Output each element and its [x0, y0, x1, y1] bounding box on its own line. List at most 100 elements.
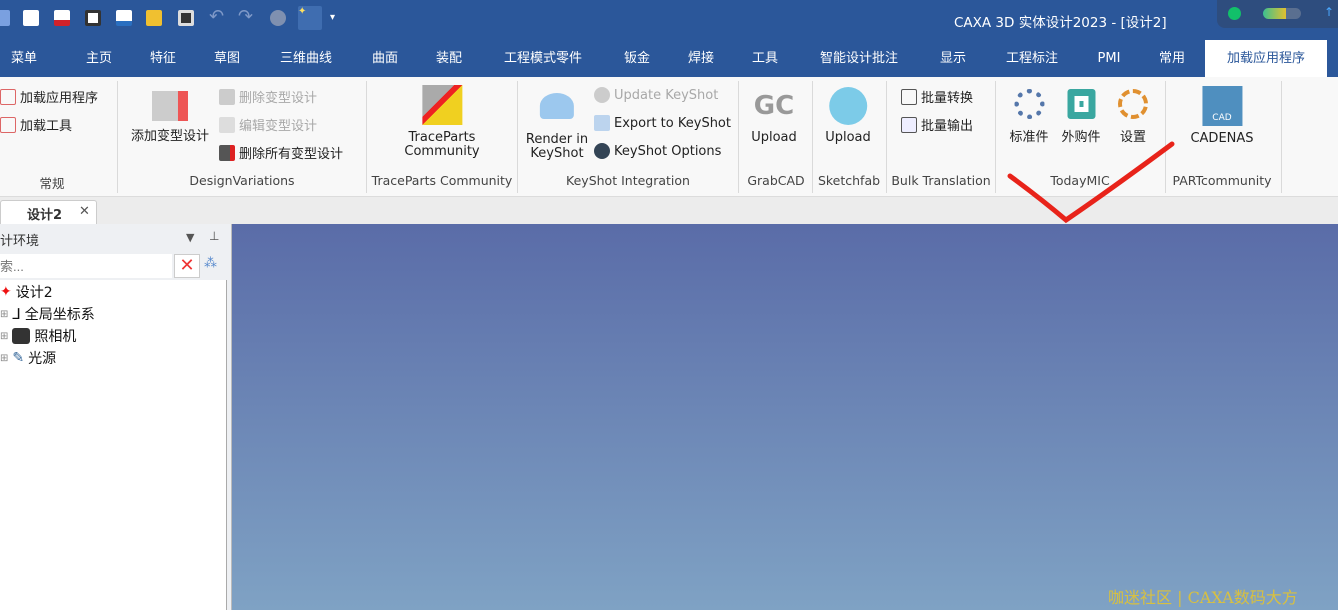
load-app-button[interactable]: 加载应用程序: [0, 87, 98, 106]
render-in-keyshot-button[interactable]: Render in KeyShot: [526, 93, 588, 161]
tree-item-camera[interactable]: ⊞ 照相机: [0, 326, 76, 346]
render-label-1: Render in: [525, 132, 589, 147]
tab-home[interactable]: 主页: [86, 40, 112, 77]
table-delete-icon: [219, 144, 235, 161]
update-icon: [594, 87, 610, 103]
export-keyshot-button[interactable]: Export to KeyShot: [594, 115, 731, 131]
design-icon[interactable]: ✦: [298, 6, 322, 30]
app-logo-icon[interactable]: [0, 10, 10, 26]
gear-icon: [594, 143, 610, 159]
grabcad-upload-button[interactable]: GC Upload: [751, 91, 797, 145]
tab-engineering-annotation[interactable]: 工程标注: [1006, 40, 1058, 77]
sketchfab-upload-label: Upload: [825, 130, 871, 145]
edit-variation-label: 编辑变型设计: [239, 119, 318, 134]
plus-icon: [0, 116, 16, 133]
traceparts-label-1: TraceParts: [408, 130, 476, 145]
print-preview-icon[interactable]: [85, 10, 101, 26]
watermark: 咖迷社区 | CAXA数码大方: [1108, 588, 1298, 607]
upload-arrow-icon[interactable]: ↑: [1324, 5, 1334, 19]
tree-label: 设计2: [15, 285, 53, 301]
divider: [738, 81, 739, 193]
ribbon-tabs: 菜单 主页 特征 草图 三维曲线 曲面 装配 工程模式零件 钣金 焊接 工具 智…: [0, 40, 1338, 77]
expand-icon[interactable]: ⊞: [0, 353, 8, 364]
batch-convert-button[interactable]: 批量转换: [901, 87, 973, 106]
table-delete-icon: [219, 88, 235, 105]
open-icon[interactable]: [54, 10, 70, 26]
cadenas-logo-icon: CAD: [1201, 86, 1242, 126]
settings-gear-icon: [1118, 89, 1148, 119]
tab-tools[interactable]: 工具: [752, 40, 778, 77]
render-icon[interactable]: [270, 10, 286, 26]
clear-search-button[interactable]: ✕: [174, 254, 200, 278]
group-label-partcommunity: PARTcommunity: [1172, 173, 1272, 188]
render-label-2: KeyShot: [530, 146, 584, 161]
tab-display[interactable]: 显示: [940, 40, 966, 77]
doc-tab-design2[interactable]: 设计2 ✕: [0, 200, 97, 224]
tab-surface[interactable]: 曲面: [372, 40, 398, 77]
batch-output-button[interactable]: 批量输出: [901, 115, 973, 134]
divider: [886, 81, 887, 193]
tree-item-global-coords[interactable]: ⊞ ⅃ 全局坐标系: [0, 304, 95, 324]
group-label-grabcad: GrabCAD: [747, 173, 805, 188]
edit-variation-button[interactable]: 编辑变型设计: [219, 115, 317, 134]
tab-welding[interactable]: 焊接: [688, 40, 714, 77]
tab-addins[interactable]: 加载应用程序: [1205, 40, 1327, 77]
delete-variation-button[interactable]: 删除变型设计: [219, 87, 317, 106]
tab-menu[interactable]: 菜单: [11, 40, 37, 77]
checkmark-stroke: [1007, 141, 1175, 224]
tab-engineering-parts[interactable]: 工程模式零件: [504, 40, 582, 77]
tab-sheet-metal[interactable]: 钣金: [624, 40, 650, 77]
search-input[interactable]: [0, 254, 172, 278]
batch-convert-icon: [901, 88, 917, 105]
doc-tab-label: 设计2: [27, 208, 63, 223]
delete-all-variations-button[interactable]: 删除所有变型设计: [219, 143, 343, 162]
sketchfab-upload-button[interactable]: Upload: [825, 87, 871, 145]
divider: [117, 81, 118, 193]
mail-icon[interactable]: [116, 10, 132, 26]
tab-pmi[interactable]: PMI: [1098, 40, 1121, 77]
tab-common[interactable]: 常用: [1159, 40, 1185, 77]
close-icon[interactable]: ✕: [79, 204, 90, 219]
divider: [366, 81, 367, 193]
3d-viewport[interactable]: 咖迷社区 | CAXA数码大方: [232, 224, 1338, 610]
tree-item-light[interactable]: ⊞ ✎ 光源: [0, 348, 56, 368]
save-icon[interactable]: [178, 10, 194, 26]
red-checkmark-annotation: [1007, 141, 1175, 224]
table-add-icon: [151, 91, 188, 121]
divider: [812, 81, 813, 193]
load-tool-label: 加载工具: [20, 119, 73, 134]
tab-3d-curves[interactable]: 三维曲线: [280, 40, 332, 77]
customize-dropdown-icon[interactable]: ▾: [330, 12, 346, 28]
tab-features[interactable]: 特征: [150, 40, 176, 77]
tab-sketch[interactable]: 草图: [214, 40, 240, 77]
tree-filter-icon[interactable]: ⁂: [204, 256, 217, 271]
cadenas-button[interactable]: CAD CADENAS: [1190, 86, 1254, 146]
load-tool-button[interactable]: 加载工具: [0, 115, 72, 134]
dropdown-icon[interactable]: ▼: [186, 231, 194, 244]
tab-smart-annotation[interactable]: 智能设计批注: [820, 40, 898, 77]
keyshot-options-button[interactable]: KeyShot Options: [594, 143, 721, 159]
new-icon[interactable]: [23, 10, 39, 26]
update-keyshot-button[interactable]: Update KeyShot: [594, 87, 718, 103]
expand-icon[interactable]: ⊞: [0, 331, 8, 342]
pin-icon[interactable]: ⊥: [209, 229, 219, 243]
part-icon: [1066, 89, 1095, 119]
update-keyshot-label: Update KeyShot: [614, 87, 719, 103]
tree-item-design2[interactable]: ✦ 设计2: [0, 282, 53, 302]
traceparts-button[interactable]: TraceParts Community: [404, 85, 480, 159]
todaymic-settings-button[interactable]: 设置: [1118, 89, 1148, 145]
load-app-label: 加载应用程序: [20, 91, 99, 106]
batch-output-icon: [901, 116, 917, 133]
group-label-bulk: Bulk Translation: [891, 173, 991, 188]
expand-icon[interactable]: ⊞: [0, 309, 8, 320]
purchased-parts-button[interactable]: 外购件: [1061, 89, 1101, 145]
tab-assembly[interactable]: 装配: [436, 40, 462, 77]
standard-parts-button[interactable]: 标准件: [1009, 89, 1049, 145]
add-variation-button[interactable]: 添加变型设计: [131, 91, 209, 144]
design-tree: ✦ 设计2 ⊞ ⅃ 全局坐标系 ⊞ 照相机 ⊞ ✎ 光源: [0, 280, 227, 610]
redo-icon[interactable]: ↷: [238, 6, 254, 27]
undo-icon[interactable]: ↶: [209, 6, 225, 27]
tree-label: 照相机: [34, 329, 77, 345]
traceparts-label-2: Community: [404, 144, 480, 159]
folder-icon[interactable]: [146, 10, 162, 26]
